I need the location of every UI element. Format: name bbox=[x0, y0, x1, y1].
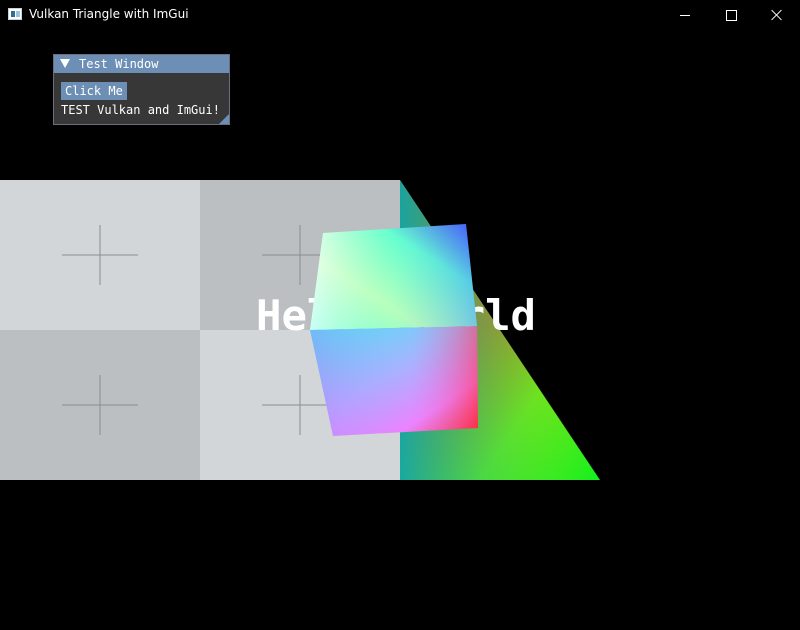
app-window-icon bbox=[8, 8, 22, 20]
rainbow-cube bbox=[310, 224, 478, 436]
collapse-arrow-icon[interactable] bbox=[60, 59, 70, 68]
minimize-icon bbox=[680, 14, 690, 16]
imgui-info-text: TEST Vulkan and ImGui! bbox=[61, 103, 220, 117]
maximize-icon bbox=[725, 9, 737, 21]
close-icon bbox=[771, 9, 783, 21]
resize-grip-icon[interactable] bbox=[219, 114, 229, 124]
window-title: Vulkan Triangle with ImGui bbox=[29, 7, 189, 21]
minimize-button[interactable] bbox=[662, 0, 708, 30]
window-titlebar[interactable]: Vulkan Triangle with ImGui bbox=[0, 0, 800, 30]
imgui-titlebar[interactable]: Test Window bbox=[54, 55, 229, 73]
close-button[interactable] bbox=[754, 0, 800, 30]
click-me-button[interactable]: Click Me bbox=[61, 82, 127, 100]
imgui-window-title: Test Window bbox=[79, 57, 159, 71]
maximize-button[interactable] bbox=[708, 0, 754, 30]
imgui-test-window[interactable]: Test Window Click Me TEST Vulkan and ImG… bbox=[53, 54, 230, 125]
